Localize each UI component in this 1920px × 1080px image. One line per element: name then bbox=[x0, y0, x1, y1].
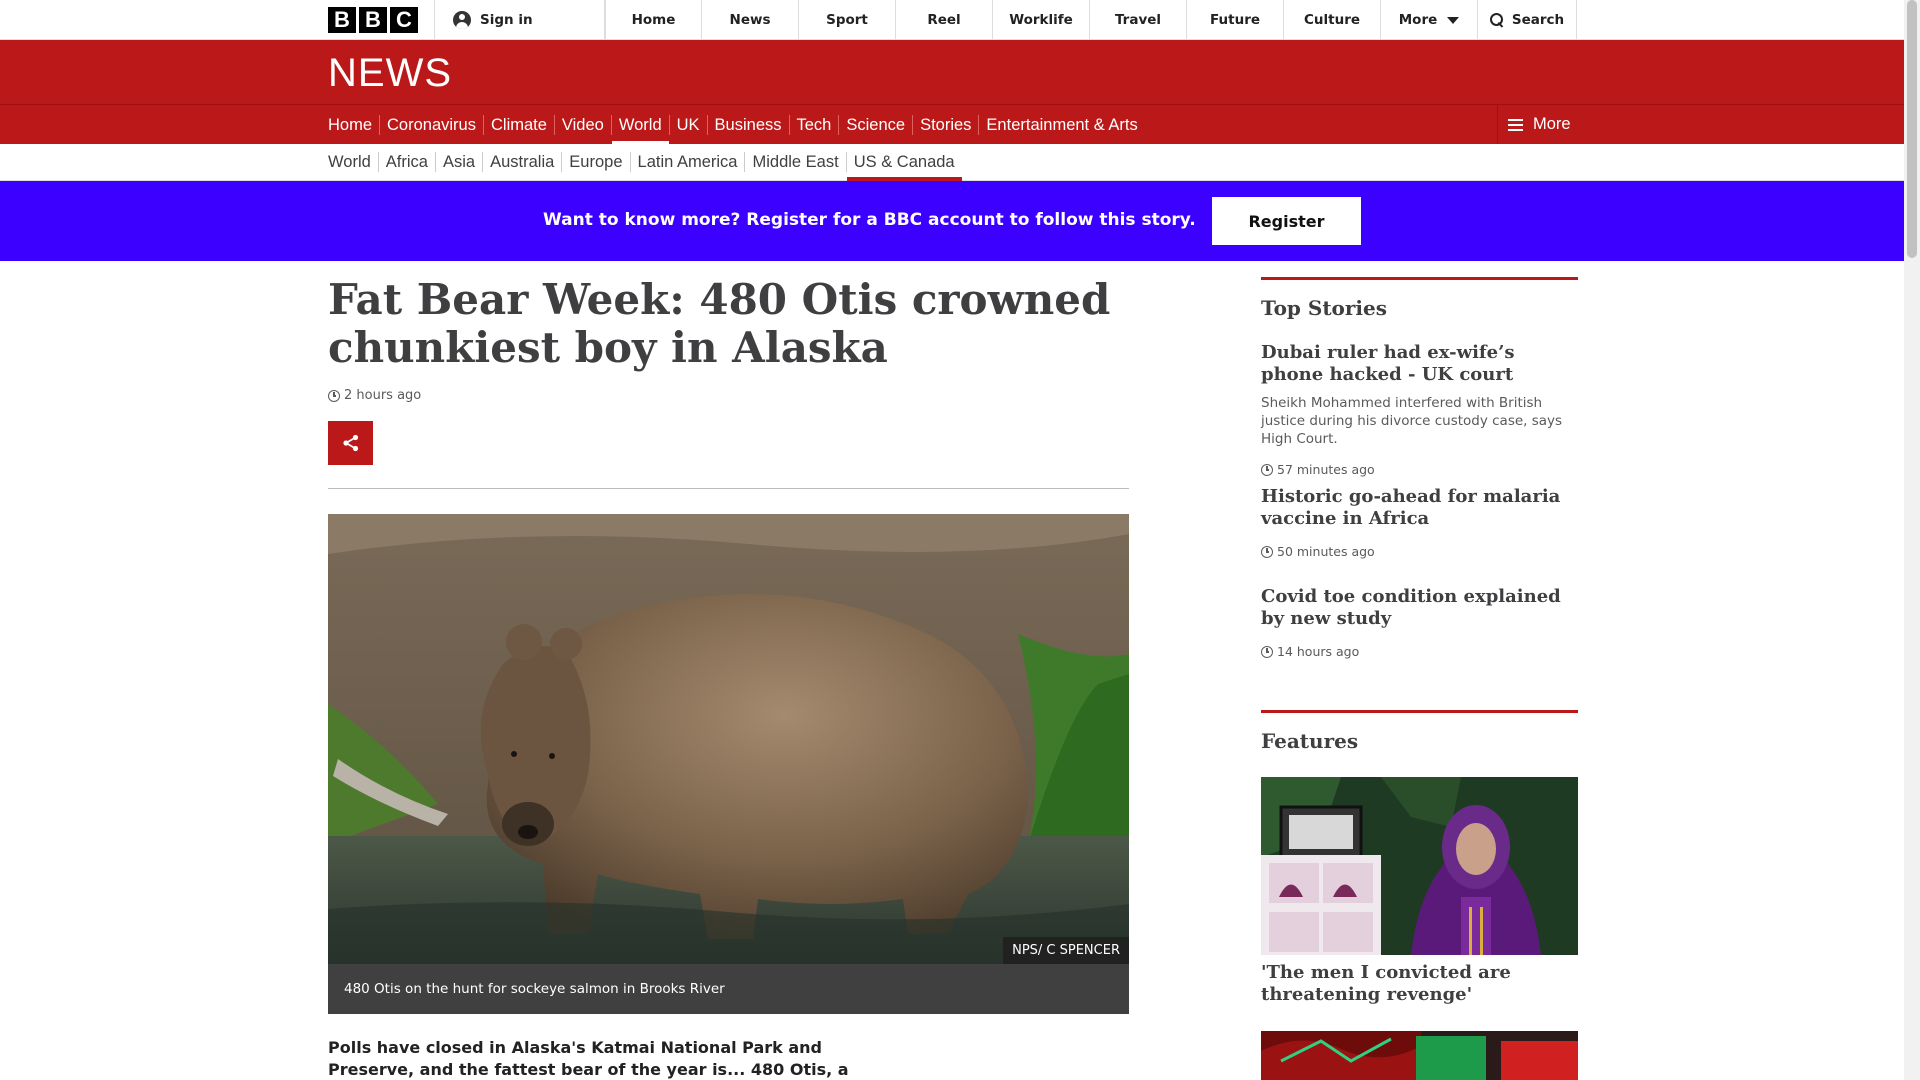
top-story-time-text: 50 minutes ago bbox=[1277, 544, 1375, 559]
global-nav-reel[interactable]: Reel bbox=[896, 0, 993, 40]
image-caption: 480 Otis on the hunt for sockeye salmon … bbox=[328, 964, 1129, 1014]
page-scrollbar[interactable] bbox=[1904, 0, 1920, 1080]
global-nav-culture[interactable]: Culture bbox=[1284, 0, 1381, 40]
top-stories-title: Top Stories bbox=[1261, 296, 1388, 320]
top-story-item: Historic go-ahead for malaria vaccine in… bbox=[1261, 486, 1578, 559]
news-nav-more-button[interactable]: More bbox=[1497, 105, 1904, 144]
global-nav-news[interactable]: News bbox=[702, 0, 799, 40]
global-nav-more-label: More bbox=[1398, 12, 1438, 28]
sub-nav-africa[interactable]: Africa bbox=[379, 152, 436, 172]
sub-nav-australia[interactable]: Australia bbox=[483, 152, 563, 172]
news-nav-uk[interactable]: UK bbox=[670, 114, 708, 135]
global-nav-worklife[interactable]: Worklife bbox=[993, 0, 1090, 40]
news-nav-science[interactable]: Science bbox=[839, 114, 914, 135]
sign-in-label: Sign in bbox=[480, 12, 533, 28]
bbc-logo-letter: C bbox=[390, 7, 418, 33]
news-nav-more-label: More bbox=[1533, 115, 1571, 133]
hamburger-menu-icon bbox=[1508, 118, 1523, 131]
sub-nav-world[interactable]: World bbox=[328, 152, 379, 172]
global-nav-future[interactable]: Future bbox=[1187, 0, 1284, 40]
news-nav-business[interactable]: Business bbox=[708, 114, 790, 135]
clock-icon bbox=[1261, 545, 1273, 558]
clock-icon bbox=[1261, 645, 1273, 658]
top-story-time-text: 14 hours ago bbox=[1277, 644, 1360, 659]
news-nav-stories[interactable]: Stories bbox=[913, 114, 980, 135]
news-nav-coronavirus[interactable]: Coronavirus bbox=[380, 114, 484, 135]
news-nav: Home Coronavirus Climate Video World UK … bbox=[0, 104, 1904, 145]
top-story-headline[interactable]: Historic go-ahead for malaria vaccine in… bbox=[1261, 486, 1578, 530]
sub-nav-middle-east[interactable]: Middle East bbox=[745, 152, 847, 172]
top-story-time-text: 57 minutes ago bbox=[1277, 462, 1375, 477]
share-button[interactable] bbox=[328, 421, 373, 465]
bear-photo bbox=[328, 514, 1129, 964]
top-story-headline[interactable]: Covid toe condition explained by new stu… bbox=[1261, 586, 1578, 630]
article-headline: Fat Bear Week: 480 Otis crowned chunkies… bbox=[328, 275, 1111, 372]
feature-image[interactable] bbox=[1261, 1031, 1578, 1080]
top-stories-section: Top Stories bbox=[1261, 277, 1578, 320]
image-credit: NPS/ C SPENCER bbox=[1003, 937, 1129, 964]
sub-nav-asia[interactable]: Asia bbox=[436, 152, 484, 172]
bbc-global-bar: B B C Sign in Home News Sport Reel Workl… bbox=[0, 0, 1920, 40]
top-story-time: 57 minutes ago bbox=[1261, 462, 1578, 477]
search-icon bbox=[1489, 13, 1504, 27]
global-nav-more[interactable]: More bbox=[1381, 0, 1478, 40]
article-lede: Polls have closed in Alaska's Katmai Nat… bbox=[328, 1038, 849, 1079]
scrollbar-thumb[interactable] bbox=[1907, 0, 1917, 258]
feature-headline[interactable]: 'The men I convicted are threatening rev… bbox=[1261, 962, 1578, 1006]
register-banner: Want to know more? Register for a BBC ac… bbox=[0, 181, 1904, 261]
top-story-summary: Sheikh Mohammed interfered with British … bbox=[1261, 395, 1563, 447]
article-timestamp: 2 hours ago bbox=[328, 388, 421, 403]
news-logo[interactable]: NEWS bbox=[328, 51, 452, 96]
global-search-label: Search bbox=[1511, 12, 1565, 28]
news-nav-entertainment-arts[interactable]: Entertainment & Arts bbox=[979, 115, 1144, 135]
article-timestamp-text: 2 hours ago bbox=[344, 388, 422, 403]
top-story-time: 14 hours ago bbox=[1261, 644, 1578, 659]
global-nav-sport[interactable]: Sport bbox=[799, 0, 896, 40]
news-masthead: NEWS bbox=[0, 40, 1904, 104]
bbc-logo-letter: B bbox=[328, 7, 356, 33]
global-nav-home[interactable]: Home bbox=[605, 0, 702, 40]
article-divider bbox=[328, 488, 1129, 489]
top-story-item: Covid toe condition explained by new stu… bbox=[1261, 586, 1578, 659]
news-nav-video[interactable]: Video bbox=[555, 114, 612, 135]
clock-icon bbox=[1261, 463, 1273, 476]
clock-icon bbox=[328, 389, 340, 402]
sub-nav-us-canada[interactable]: US & Canada bbox=[846, 152, 962, 181]
news-nav-world[interactable]: World bbox=[611, 114, 670, 145]
news-nav-home[interactable]: Home bbox=[328, 114, 381, 135]
feature-image[interactable] bbox=[1261, 777, 1578, 955]
news-nav-tech[interactable]: Tech bbox=[790, 114, 840, 135]
features-title: Features bbox=[1261, 729, 1359, 753]
article-figure: NPS/ C SPENCER 480 Otis on the hunt for … bbox=[328, 514, 1129, 1014]
sub-nav-latin-america[interactable]: Latin America bbox=[631, 152, 746, 172]
features-section: Features bbox=[1261, 710, 1578, 753]
global-nav-travel[interactable]: Travel bbox=[1090, 0, 1187, 40]
world-sub-nav: World Africa Asia Australia Europe Latin… bbox=[0, 144, 1904, 181]
bbc-logo[interactable]: B B C bbox=[328, 0, 435, 40]
sub-nav-europe[interactable]: Europe bbox=[562, 152, 631, 172]
sign-in-link[interactable]: Sign in bbox=[435, 0, 605, 40]
user-icon bbox=[453, 11, 471, 29]
bbc-logo-letter: B bbox=[359, 7, 387, 33]
top-story-time: 50 minutes ago bbox=[1261, 544, 1578, 559]
share-icon bbox=[342, 434, 358, 452]
top-story-item: Dubai ruler had ex-wife’s phone hacked -… bbox=[1261, 342, 1578, 477]
top-story-headline[interactable]: Dubai ruler had ex-wife’s phone hacked -… bbox=[1261, 342, 1578, 386]
chevron-down-icon bbox=[1447, 16, 1460, 24]
register-banner-text: Want to know more? Register for a BBC ac… bbox=[543, 210, 1196, 230]
global-nav: Home News Sport Reel Worklife Travel Fut… bbox=[605, 0, 1577, 40]
global-search-button[interactable]: Search bbox=[1478, 0, 1577, 40]
register-button[interactable]: Register bbox=[1212, 197, 1361, 245]
news-nav-climate[interactable]: Climate bbox=[484, 114, 555, 135]
